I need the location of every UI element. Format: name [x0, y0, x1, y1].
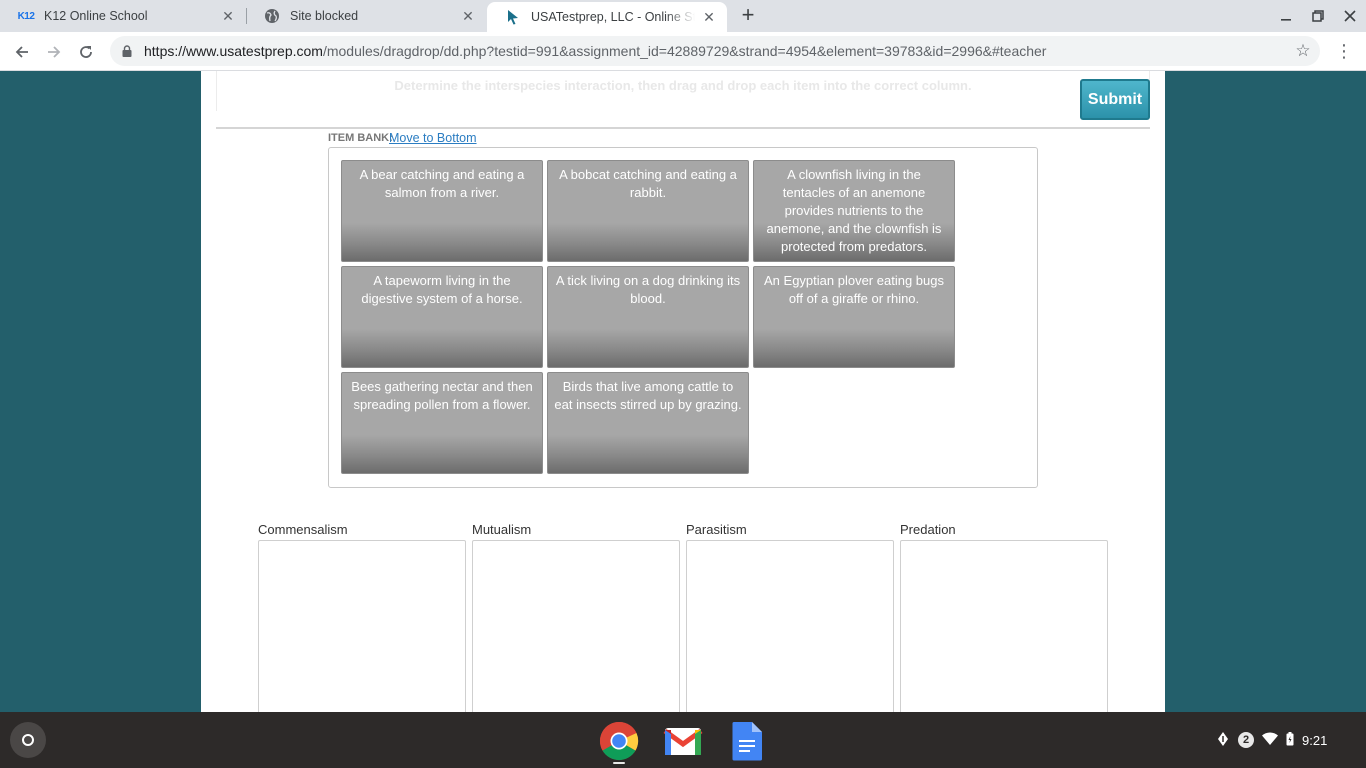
- lock-icon: [120, 44, 134, 58]
- question-panel: Determine the interspecies interaction, …: [201, 71, 1165, 712]
- drag-item[interactable]: A bobcat catching and eating a rabbit.: [547, 160, 749, 262]
- tab-usatestprep[interactable]: USATestprep, LLC - Online State-Specific…: [487, 2, 727, 32]
- url-text: https://www.usatestprep.com/modules/drag…: [144, 43, 1046, 59]
- reload-icon[interactable]: [72, 38, 100, 66]
- dropzone-parasitism[interactable]: [686, 540, 894, 712]
- docs-icon[interactable]: [726, 720, 768, 762]
- restore-icon[interactable]: [1302, 0, 1334, 32]
- gmail-icon[interactable]: [662, 720, 704, 762]
- status-tray[interactable]: 2 9:21: [1216, 726, 1358, 754]
- column-label-mutualism: Mutualism: [472, 522, 532, 537]
- browser-toolbar: https://www.usatestprep.com/modules/drag…: [0, 32, 1366, 71]
- url-host: https://www.usatestprep.com: [144, 43, 323, 59]
- tab-title: USATestprep, LLC - Online State-Specific: [531, 10, 695, 24]
- minimize-icon[interactable]: [1270, 0, 1302, 32]
- close-icon[interactable]: ✕: [460, 8, 476, 24]
- back-icon[interactable]: [8, 38, 36, 66]
- new-tab-button[interactable]: +: [737, 4, 759, 28]
- drag-item[interactable]: An Egyptian plover eating bugs off of a …: [753, 266, 955, 368]
- k12-logo-icon: K12: [17, 10, 35, 22]
- clock-time[interactable]: 9:21: [1302, 733, 1327, 748]
- item-bank: A bear catching and eating a salmon from…: [328, 147, 1038, 488]
- drag-item[interactable]: A bear catching and eating a salmon from…: [341, 160, 543, 262]
- dropzone-predation[interactable]: [900, 540, 1108, 712]
- close-window-icon[interactable]: [1334, 0, 1366, 32]
- drag-item[interactable]: Birds that live among cattle to eat inse…: [547, 372, 749, 474]
- launcher-button[interactable]: [10, 722, 46, 758]
- tab-title: Site blocked: [290, 9, 359, 23]
- drag-item[interactable]: A clownfish living in the tentacles of a…: [753, 160, 955, 262]
- stylus-icon[interactable]: [1216, 731, 1230, 750]
- column-label-predation: Predation: [900, 522, 956, 537]
- tab-k12[interactable]: K12 K12 Online School ✕: [0, 0, 246, 32]
- launcher-circle-icon: [22, 734, 34, 746]
- notification-badge[interactable]: 2: [1238, 732, 1254, 748]
- menu-icon[interactable]: ⋮: [1334, 41, 1354, 63]
- drag-item[interactable]: Bees gathering nectar and then spreading…: [341, 372, 543, 474]
- close-icon[interactable]: ✕: [701, 9, 717, 25]
- tab-site-blocked[interactable]: Site blocked ✕: [246, 0, 486, 32]
- url-path: /modules/dragdrop/dd.php?testid=991&assi…: [322, 43, 1047, 59]
- instructions-text: Determine the interspecies interaction, …: [394, 78, 972, 93]
- tab-strip: K12 K12 Online School ✕ Site blocked ✕ U…: [0, 0, 1366, 32]
- instructions-area: Determine the interspecies interaction, …: [216, 71, 1150, 129]
- forward-icon[interactable]: [40, 38, 68, 66]
- chrome-icon[interactable]: [598, 720, 640, 762]
- dropzone-mutualism[interactable]: [472, 540, 680, 712]
- item-bank-label: ITEM BANK:: [328, 132, 393, 144]
- globe-icon: [264, 8, 280, 24]
- drag-item[interactable]: A tick living on a dog drinking its bloo…: [547, 266, 749, 368]
- wifi-icon: [1262, 732, 1278, 748]
- close-icon[interactable]: ✕: [220, 8, 236, 24]
- cursor-icon: [505, 9, 521, 25]
- active-app-indicator: [613, 762, 625, 764]
- move-to-bottom-link[interactable]: Move to Bottom: [389, 131, 477, 145]
- os-shelf: 2 9:21: [0, 712, 1366, 768]
- tab-title: K12 Online School: [44, 9, 148, 23]
- bookmark-star-icon[interactable]: ☆: [1293, 42, 1313, 62]
- battery-icon: [1286, 731, 1294, 749]
- column-label-parasitism: Parasitism: [686, 522, 747, 537]
- submit-button[interactable]: Submit: [1080, 79, 1150, 120]
- column-label-commensalism: Commensalism: [258, 522, 348, 537]
- dropzone-commensalism[interactable]: [258, 540, 466, 712]
- drag-item[interactable]: A tapeworm living in the digestive syste…: [341, 266, 543, 368]
- address-bar[interactable]: https://www.usatestprep.com/modules/drag…: [110, 36, 1320, 66]
